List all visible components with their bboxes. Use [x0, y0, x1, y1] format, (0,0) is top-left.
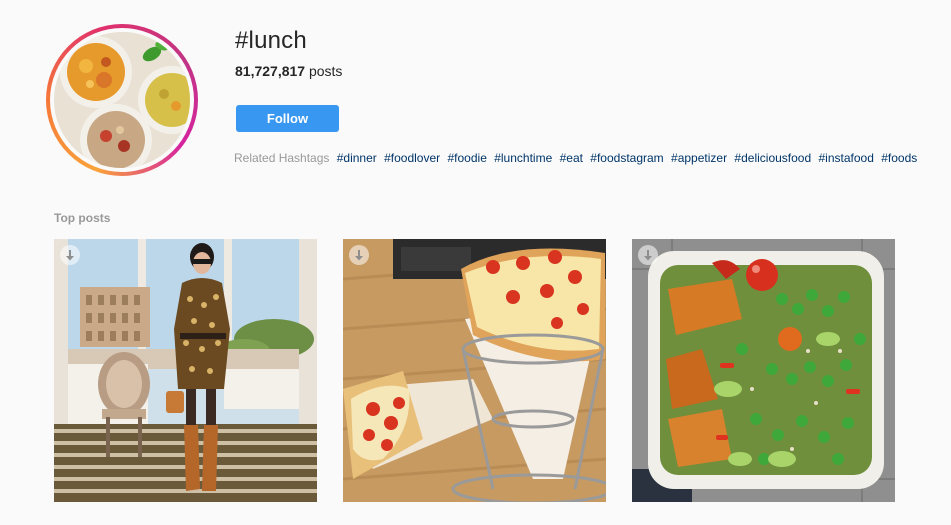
related-hashtag-link[interactable]: #foodlover	[384, 151, 440, 165]
avatar-food-image	[54, 32, 190, 168]
post-image-woman-colosseum	[54, 239, 317, 502]
hashtag-title: #lunch	[235, 27, 307, 54]
related-hashtag-link[interactable]: #foods	[881, 151, 917, 165]
related-hashtag-link[interactable]: #lunchtime	[494, 151, 552, 165]
top-post-2[interactable]	[343, 239, 606, 502]
post-image-pizza-cones	[343, 239, 606, 502]
hashtag-avatar	[54, 32, 190, 168]
related-hashtag-link[interactable]: #appetizer	[671, 151, 727, 165]
related-hashtag-link[interactable]: #instafood	[819, 151, 874, 165]
post-count: 81,727,817 posts	[235, 63, 342, 79]
top-post-1[interactable]	[54, 239, 317, 502]
related-hashtags-label: Related Hashtags	[234, 151, 330, 165]
post-count-value: 81,727,817	[235, 63, 306, 79]
top-posts-heading: Top posts	[54, 211, 111, 225]
download-icon[interactable]	[349, 245, 369, 265]
download-icon[interactable]	[638, 245, 658, 265]
top-post-3[interactable]	[632, 239, 895, 502]
related-hashtag-link[interactable]: #foodie	[448, 151, 487, 165]
related-hashtag-link[interactable]: #dinner	[337, 151, 377, 165]
hashtag-avatar-ring[interactable]	[46, 24, 198, 176]
related-hashtag-link[interactable]: #eat	[560, 151, 583, 165]
post-image-salad-bowl	[632, 239, 895, 502]
follow-button[interactable]: Follow	[236, 105, 339, 132]
related-hashtag-link[interactable]: #deliciousfood	[734, 151, 811, 165]
related-hashtags: Related Hashtags #dinner #foodlover #foo…	[234, 151, 917, 165]
post-count-suffix: posts	[305, 63, 343, 79]
related-hashtag-link[interactable]: #foodstagram	[590, 151, 663, 165]
download-icon[interactable]	[60, 245, 80, 265]
